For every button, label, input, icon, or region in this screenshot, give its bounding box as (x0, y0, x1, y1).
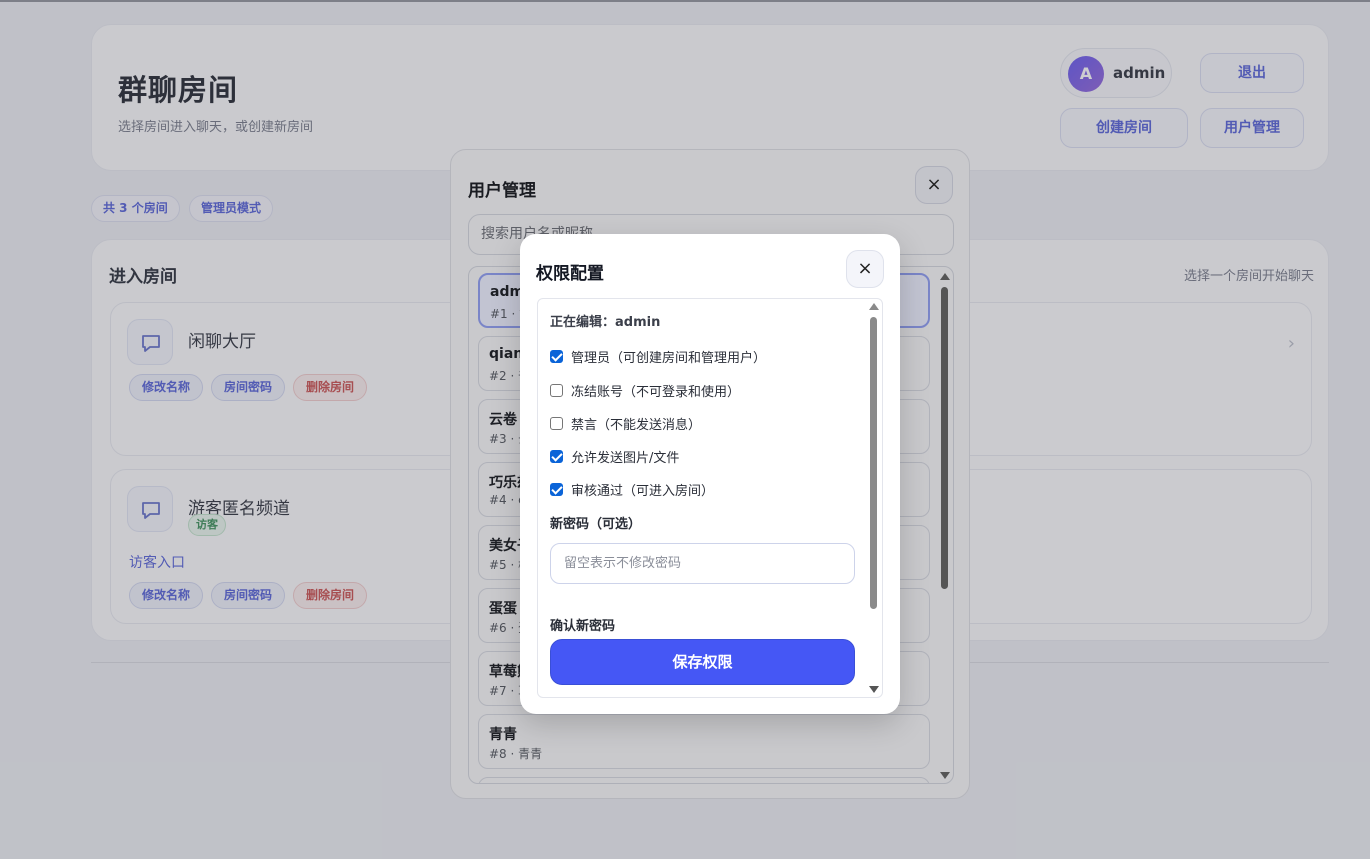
checkbox-freeze[interactable] (550, 384, 563, 397)
permission-label: 禁言（不能发送消息） (571, 418, 702, 433)
user-row-name: 蛋蛋 (489, 601, 517, 617)
scroll-thumb[interactable] (870, 317, 877, 609)
checkbox-approved[interactable] (550, 483, 563, 496)
close-icon[interactable]: × (846, 250, 884, 288)
permission-modal: 权限配置 × 正在编辑：admin 管理员（可创建房间和管理用户） 冻结账号（不… (520, 234, 900, 714)
scroll-up-arrow-icon[interactable] (940, 273, 950, 280)
checkbox-admin[interactable] (550, 350, 563, 363)
scroll-thumb[interactable] (941, 287, 948, 589)
permission-scrollbar[interactable] (869, 303, 879, 693)
editing-label: 正在编辑：admin (550, 315, 661, 330)
checkbox-mute[interactable] (550, 417, 563, 430)
user-row-meta: #8 · 青青 (489, 747, 543, 761)
permission-modal-title: 权限配置 (536, 264, 604, 284)
close-icon[interactable]: × (915, 166, 953, 204)
permission-label: 审核通过（可进入房间） (571, 484, 715, 499)
scroll-up-arrow-icon[interactable] (869, 303, 879, 310)
permission-label: 冻结账号（不可登录和使用） (571, 385, 741, 400)
scroll-down-arrow-icon[interactable] (869, 686, 879, 693)
scroll-down-arrow-icon[interactable] (940, 772, 950, 779)
permission-label: 管理员（可创建房间和管理用户） (571, 351, 767, 366)
new-password-input[interactable]: 留空表示不修改密码 (550, 543, 855, 584)
user-row[interactable]: 青青 #8 · 青青 (478, 714, 930, 769)
new-password-label: 新密码（可选） (550, 517, 642, 532)
permission-label: 允许发送图片/文件 (571, 451, 680, 466)
user-row-name: 云卷 (489, 412, 517, 428)
user-modal-title: 用户管理 (468, 181, 536, 201)
checkbox-upload[interactable] (550, 450, 563, 463)
user-row[interactable] (478, 777, 930, 783)
confirm-password-label: 确认新密码 (550, 619, 616, 634)
permission-form: 正在编辑：admin 管理员（可创建房间和管理用户） 冻结账号（不可登录和使用）… (537, 298, 883, 698)
user-row-name: 青青 (489, 727, 517, 743)
user-list-scrollbar[interactable] (940, 273, 950, 779)
save-permissions-button[interactable]: 保存权限 (550, 639, 855, 685)
